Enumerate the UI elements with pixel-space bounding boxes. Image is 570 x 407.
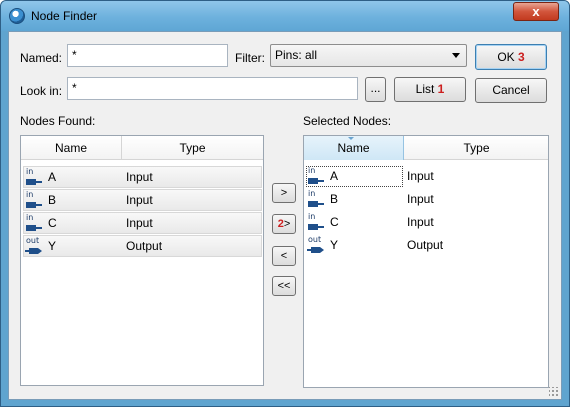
window-title: Node Finder [31,9,98,23]
node-name: Y [330,238,339,252]
pin-body [308,201,318,207]
cancel-button[interactable]: Cancel [475,78,547,103]
node-type: Output [126,239,163,253]
pin-wire [36,204,42,206]
pin-body [311,247,320,253]
pin-wire [36,227,42,229]
node-name: B [330,192,339,206]
column-type-header[interactable]: Type [122,136,263,160]
pin-wire [318,180,324,182]
pin-direction-text: in [26,190,34,199]
pin-direction-text: out [26,236,40,245]
pin-direction-text: in [308,212,316,221]
list-step-badge: 1 [437,82,445,96]
node-name: C [330,215,339,229]
list-label: List [415,82,435,96]
pin-body [26,179,36,185]
pin-body [308,178,318,184]
copy-selected-button[interactable]: > [272,183,296,203]
selected-nodes-header: Name Type [304,136,548,160]
selected-nodes-list[interactable]: Name Type in A Input in B Input in C Inp… [303,135,549,388]
copy-all-label: > [283,218,291,230]
resize-grip[interactable] [549,387,559,397]
ok-step-badge: 3 [518,50,525,64]
filter-label: Filter: [235,51,265,65]
output-pin-icon: out [25,236,45,256]
input-pin-icon: in [307,189,327,209]
pin-body [26,225,36,231]
ok-button[interactable]: OK 3 [475,44,547,70]
list-item[interactable]: out Y Output [23,235,262,257]
remove-all-button[interactable]: << [272,276,296,296]
input-pin-icon: in [307,166,327,186]
node-finder-window: Node Finder x Named: * Filter: Pins: all… [0,0,570,407]
named-label: Named: [20,51,63,65]
node-type: Input [407,192,434,206]
list-item[interactable]: in B Input [306,189,546,211]
pin-wire [318,203,324,205]
nodes-found-list[interactable]: Name Type in A Input in B Input in C Inp… [20,135,264,386]
node-name: A [48,170,57,184]
list-item[interactable]: in A Input [23,166,262,188]
remove-selected-button[interactable]: < [272,246,296,266]
sort-indicator-icon [348,137,354,140]
pin-wire [36,181,42,183]
pin-direction-text: in [308,166,316,175]
list-item[interactable]: in B Input [23,189,262,211]
filter-select[interactable]: Pins: all [270,44,467,67]
pin-body [26,202,36,208]
dialog-body: Named: * Filter: Pins: all OK 3 Look in:… [8,31,562,400]
column-name-header[interactable]: Name [304,136,404,160]
node-name: C [48,216,57,230]
copy-all-button[interactable]: 2> [272,214,296,234]
node-finder-app-icon [9,8,25,24]
list-item[interactable]: out Y Output [306,235,546,257]
input-pin-icon: in [25,190,45,210]
ok-label: OK [497,50,515,64]
pin-body [29,248,38,254]
input-pin-icon: in [25,213,45,233]
node-type: Input [126,193,153,207]
browse-button[interactable]: ... [365,77,386,102]
column-type-header[interactable]: Type [405,136,548,160]
list-item[interactable]: in C Input [306,212,546,234]
list-button[interactable]: List 1 [394,77,466,102]
pin-direction-text: in [308,189,316,198]
look-in-input[interactable]: * [67,77,358,100]
node-name: A [330,169,339,183]
named-input[interactable]: * [67,44,228,67]
list-item[interactable]: in A Input [306,166,546,188]
node-type: Input [126,170,153,184]
chevron-down-icon [452,53,460,58]
node-type: Output [407,238,444,252]
node-type: Input [126,216,153,230]
nodes-found-label: Nodes Found: [20,114,96,128]
title-bar: Node Finder x [1,1,569,31]
pin-direction-text: out [308,235,322,244]
pin-arrow [320,247,324,253]
selected-nodes-label: Selected Nodes: [303,114,392,128]
pin-wire [318,226,324,228]
node-name: Y [48,239,57,253]
pin-arrow [38,248,42,254]
filter-selected-value: Pins: all [275,48,318,62]
close-button[interactable]: x [513,2,559,21]
node-name: B [48,193,57,207]
node-type: Input [407,169,434,183]
pin-direction-text: in [26,213,34,222]
list-item[interactable]: in C Input [23,212,262,234]
column-name-header[interactable]: Name [21,136,121,160]
nodes-found-header: Name Type [21,136,263,160]
output-pin-icon: out [307,235,327,255]
input-pin-icon: in [25,167,45,187]
input-pin-icon: in [307,212,327,232]
pin-direction-text: in [26,167,34,176]
look-in-label: Look in: [20,84,63,98]
node-type: Input [407,215,434,229]
pin-body [308,224,318,230]
